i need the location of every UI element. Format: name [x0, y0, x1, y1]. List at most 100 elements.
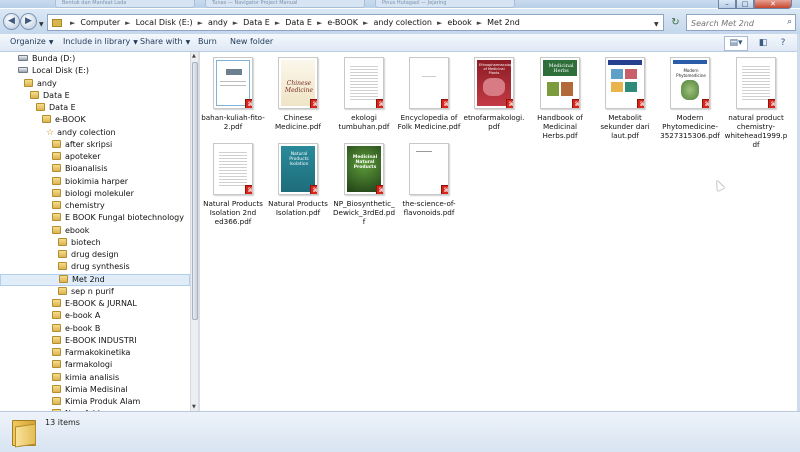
- tree-item-label: andy colection: [57, 127, 116, 137]
- search-icon[interactable]: ⌕: [787, 17, 792, 27]
- file-thumbnail[interactable]: ⌘: [736, 57, 776, 109]
- file-item[interactable]: ⌘ Natural Products Isolation 2nd ed366.pd…: [201, 143, 265, 226]
- tree-item[interactable]: E-BOOK INDUSTRI: [52, 335, 137, 347]
- tree-item[interactable]: sep n purif: [58, 286, 114, 298]
- back-arrow-icon[interactable]: ◀: [3, 13, 20, 30]
- file-thumbnail[interactable]: Medicinal Herbs ⌘: [540, 57, 580, 109]
- file-item[interactable]: ⌘ ekologi tumbuhan.pdf: [332, 57, 396, 131]
- tree-item[interactable]: after skripsi: [52, 139, 112, 151]
- tree-item[interactable]: andy: [24, 78, 57, 90]
- breadcrumb-data-e-2[interactable]: Data E: [285, 18, 312, 27]
- tree-item[interactable]: e-book B: [52, 323, 100, 335]
- tree-item[interactable]: Bioanalisis: [52, 163, 107, 175]
- tree-item[interactable]: apoteker: [52, 151, 101, 163]
- file-item[interactable]: ⌘ the-science-of-flavonoids.pdf: [397, 143, 461, 217]
- file-item[interactable]: Chinese Medicine ⌘ Chinese Medicine.pdf: [266, 57, 330, 131]
- chevron-right-icon[interactable]: ►: [233, 19, 238, 27]
- address-history-dropdown-icon[interactable]: ▼: [654, 21, 659, 28]
- breadcrumb-computer[interactable]: Computer: [80, 18, 120, 27]
- background-window-tab[interactable]: Bentuk dan Manfaat Lada: [55, 0, 195, 8]
- new-folder-button[interactable]: New folder: [230, 37, 273, 46]
- search-box[interactable]: ⌕: [686, 14, 796, 31]
- background-window-tab[interactable]: Tunas — Navigator Project Manual: [205, 0, 365, 8]
- minimize-button[interactable]: –: [718, 0, 736, 9]
- file-thumbnail[interactable]: ⌘: [409, 57, 449, 109]
- chevron-right-icon[interactable]: ►: [125, 19, 130, 27]
- tree-item[interactable]: ebook: [52, 225, 89, 237]
- file-thumbnail[interactable]: Ethnopharmacology of Medicinal Plants ⌘: [474, 57, 514, 109]
- chevron-right-icon[interactable]: ►: [198, 19, 203, 27]
- chevron-right-icon[interactable]: ►: [70, 19, 75, 27]
- file-item[interactable]: ⌘ Encyclopedia of Folk Medicine.pdf: [397, 57, 461, 131]
- file-item[interactable]: Ethnopharmacology of Medicinal Plants ⌘ et…: [462, 57, 526, 131]
- file-thumbnail[interactable]: Modern Phytomedicine ⌘: [670, 57, 710, 109]
- tree-item[interactable]: Farmakokinetika: [52, 347, 130, 359]
- forward-arrow-icon[interactable]: ▶: [20, 13, 37, 30]
- tree-item[interactable]: ☆ andy colection: [46, 127, 116, 139]
- file-thumbnail[interactable]: Chinese Medicine ⌘: [278, 57, 318, 109]
- tree-item[interactable]: E BOOK Fungal biotechnology: [52, 212, 184, 224]
- maximize-button[interactable]: □: [736, 0, 754, 9]
- preview-pane-icon[interactable]: ◧: [756, 36, 770, 51]
- refresh-icon[interactable]: ↻: [667, 14, 684, 31]
- file-item[interactable]: Modern Phytomedicine ⌘ Modern Phytomedicin…: [658, 57, 722, 140]
- close-button[interactable]: ✕: [754, 0, 792, 9]
- file-thumbnail[interactable]: ⌘: [344, 57, 384, 109]
- tree-item[interactable]: Met 2nd: [0, 273, 190, 286]
- tree-item[interactable]: E-BOOK & JURNAL: [52, 298, 137, 310]
- search-input[interactable]: [687, 15, 781, 30]
- breadcrumb-ebook[interactable]: ebook: [447, 18, 471, 27]
- chevron-right-icon[interactable]: ►: [437, 19, 442, 27]
- address-bar[interactable]: ► Computer ► Local Disk (E:) ► andy ► Da…: [47, 14, 664, 31]
- file-item[interactable]: Medicinal Herbs ⌘ Handbook of Medicinal He…: [528, 57, 592, 140]
- tree-item[interactable]: biotech: [58, 237, 101, 249]
- chevron-right-icon[interactable]: ►: [317, 19, 322, 27]
- include-in-library-button[interactable]: Include in library ▼: [63, 37, 138, 46]
- breadcrumb-met-2nd[interactable]: Met 2nd: [487, 18, 520, 27]
- breadcrumb-andy[interactable]: andy: [208, 18, 228, 27]
- breadcrumb-data-e[interactable]: Data E: [243, 18, 270, 27]
- file-item[interactable]: ⌘ natural product chemistry-whitehead1999…: [724, 57, 788, 149]
- burn-button[interactable]: Burn: [198, 37, 217, 46]
- file-thumbnail[interactable]: ⌘: [213, 143, 253, 195]
- tree-item[interactable]: drug synthesis: [58, 261, 130, 273]
- tree-item[interactable]: biokimia harper: [52, 176, 128, 188]
- file-thumbnail[interactable]: Medicinal Natural Products ⌘: [344, 143, 384, 195]
- background-window-tab[interactable]: Pinus Hutagaol — Jejaring: [375, 0, 515, 8]
- tree-item[interactable]: Local Disk (E:): [18, 65, 89, 77]
- file-thumbnail[interactable]: Natural Products Isolation ⌘: [278, 143, 318, 195]
- chevron-right-icon[interactable]: ►: [477, 19, 482, 27]
- chevron-right-icon[interactable]: ►: [275, 19, 280, 27]
- recent-pages-dropdown-icon[interactable]: ▼: [39, 21, 44, 28]
- breadcrumb-local-disk[interactable]: Local Disk (E:): [136, 18, 193, 27]
- tree-item[interactable]: kimia analisis: [52, 372, 119, 384]
- scroll-down-icon[interactable]: ▼: [192, 404, 196, 410]
- file-name: Encyclopedia of Folk Medicine.pdf: [397, 113, 461, 131]
- scroll-up-icon[interactable]: ▲: [192, 53, 196, 59]
- tree-item[interactable]: e-BOOK: [42, 114, 86, 126]
- chevron-right-icon[interactable]: ►: [363, 19, 368, 27]
- tree-item[interactable]: Kimia Produk Alam: [52, 396, 140, 408]
- tree-item[interactable]: Data E: [36, 102, 76, 114]
- help-icon[interactable]: ?: [776, 36, 790, 51]
- tree-item[interactable]: Data E: [30, 90, 70, 102]
- tree-item[interactable]: chemistry: [52, 200, 105, 212]
- share-with-button[interactable]: Share with ▼: [140, 37, 190, 46]
- file-thumbnail[interactable]: ⌘: [409, 143, 449, 195]
- tree-item[interactable]: e-book A: [52, 310, 100, 322]
- breadcrumb-e-book[interactable]: e-BOOK: [327, 18, 358, 27]
- file-item[interactable]: ⌘ bahan-kuliah-fito-2.pdf: [201, 57, 265, 131]
- file-item[interactable]: ⌘ Metabolit sekunder dari laut.pdf: [593, 57, 657, 140]
- file-thumbnail[interactable]: ⌘: [605, 57, 645, 109]
- tree-item[interactable]: drug design: [58, 249, 119, 261]
- breadcrumb-andy-colection[interactable]: andy colection: [373, 18, 432, 27]
- tree-item[interactable]: farmakologi: [52, 359, 112, 371]
- file-thumbnail[interactable]: ⌘: [213, 57, 253, 109]
- tree-item[interactable]: Bunda (D:): [18, 53, 75, 65]
- change-view-icon[interactable]: ▤▾: [724, 36, 748, 51]
- organize-button[interactable]: Organize ▼: [10, 37, 53, 46]
- file-item[interactable]: Natural Products Isolation ⌘ Natural Produ…: [266, 143, 330, 217]
- tree-item[interactable]: Kimia Medisinal: [52, 384, 128, 396]
- tree-item[interactable]: biologi molekuler: [52, 188, 134, 200]
- file-item[interactable]: Medicinal Natural Products ⌘ NP_Biosynthet…: [332, 143, 396, 226]
